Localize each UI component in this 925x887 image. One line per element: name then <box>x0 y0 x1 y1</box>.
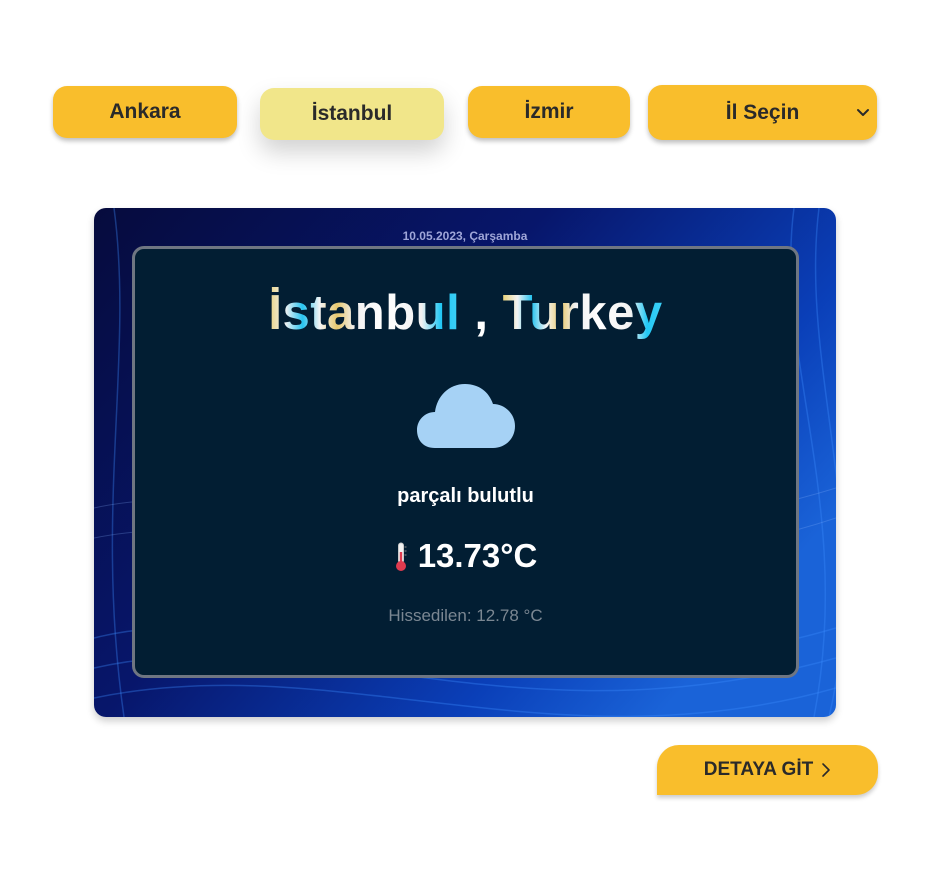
title-separator: , <box>460 286 503 340</box>
weather-date: 10.05.2023, Çarşamba <box>402 229 528 243</box>
chevron-down-icon <box>857 109 869 116</box>
weather-description: parçalı bulutlu <box>397 485 534 507</box>
city-button-izmir[interactable]: İzmir <box>468 86 630 138</box>
city-button-ankara[interactable]: Ankara <box>53 86 237 138</box>
chevron-right-icon <box>822 763 831 777</box>
thermometer-icon <box>395 542 407 571</box>
temperature-row: 13.73°C <box>135 537 796 575</box>
city-title: İstanbul , Turkey <box>135 285 796 341</box>
city-select-value: İl Seçin <box>725 100 800 124</box>
temperature-value: 13.73°C <box>417 537 538 574</box>
city-name: İstanbul <box>268 286 461 340</box>
detail-button-label: DETAYA GİT <box>703 759 814 780</box>
city-button-istanbul[interactable]: İstanbul <box>260 88 444 140</box>
detail-button[interactable]: DETAYA GİT <box>657 745 878 795</box>
city-select[interactable]: İl Seçin <box>648 85 877 140</box>
weather-panel: İstanbul , Turkey parçalı bulutlu 13.73°… <box>132 246 799 678</box>
cloud-icon <box>417 384 515 448</box>
weather-card: 10.05.2023, Çarşamba İstanbul , Turkey p… <box>94 208 836 717</box>
country-name: Turkey <box>502 286 663 340</box>
feels-like: Hissedilen: 12.78 °C <box>388 606 543 625</box>
